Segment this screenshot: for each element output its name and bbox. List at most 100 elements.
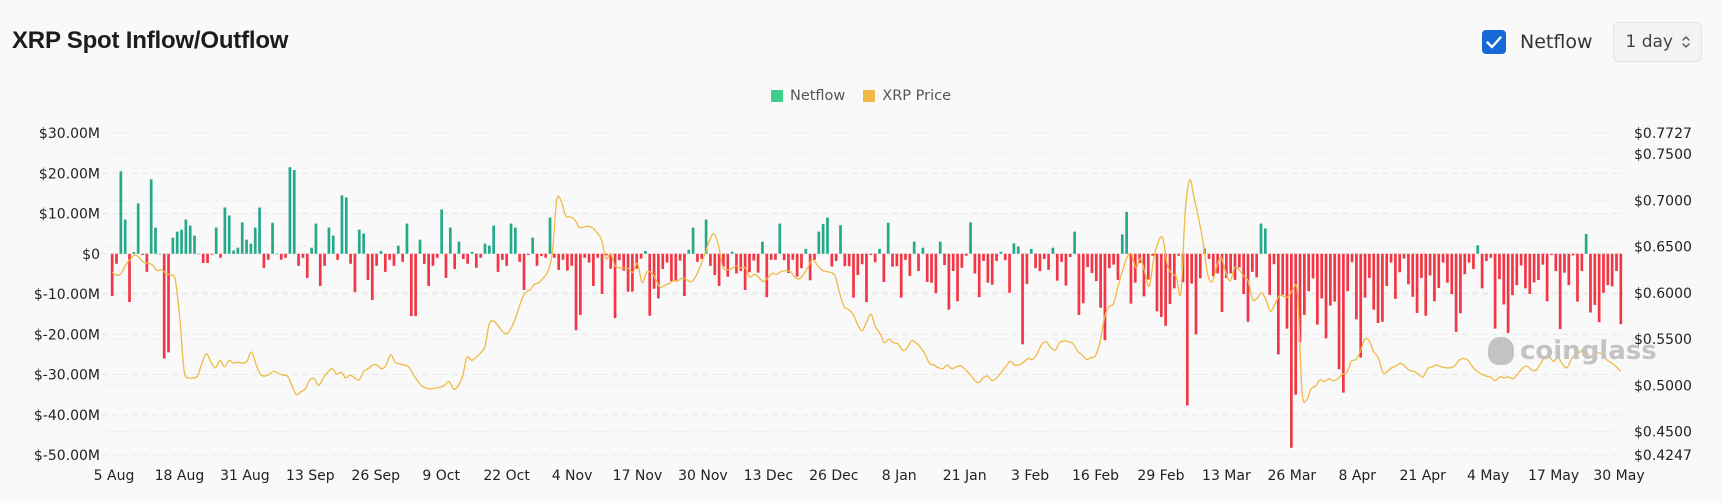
outflow-bar[interactable]	[474, 253, 478, 268]
outflow-bar[interactable]	[1146, 253, 1150, 280]
outflow-bar[interactable]	[678, 253, 682, 261]
inflow-bar[interactable]	[886, 222, 890, 254]
outflow-bar[interactable]	[791, 253, 795, 260]
outflow-bar[interactable]	[670, 253, 673, 282]
outflow-bar[interactable]	[262, 253, 266, 268]
outflow-bar[interactable]	[1350, 253, 1354, 263]
outflow-bar[interactable]	[1081, 253, 1085, 304]
outflow-bar[interactable]	[1294, 253, 1298, 395]
outflow-bar[interactable]	[709, 253, 712, 266]
outflow-bar[interactable]	[1485, 253, 1488, 261]
outflow-bar[interactable]	[860, 253, 864, 265]
outflow-bar[interactable]	[1511, 253, 1514, 296]
outflow-bar[interactable]	[535, 253, 539, 266]
outflow-bar[interactable]	[461, 253, 465, 259]
inflow-bar[interactable]	[271, 222, 274, 254]
inflow-bar[interactable]	[1012, 243, 1016, 254]
outflow-bar[interactable]	[1103, 253, 1107, 341]
outflow-bar[interactable]	[830, 253, 834, 267]
outflow-bar[interactable]	[570, 253, 574, 266]
inflow-bar[interactable]	[1584, 234, 1588, 254]
outflow-bar[interactable]	[1190, 253, 1193, 284]
outflow-bar[interactable]	[1268, 253, 1272, 295]
outflow-bar[interactable]	[1372, 253, 1376, 310]
outflow-bar[interactable]	[505, 253, 509, 266]
inflow-bar[interactable]	[227, 215, 231, 254]
outflow-bar[interactable]	[895, 253, 899, 267]
outflow-bar[interactable]	[1524, 253, 1527, 289]
outflow-bar[interactable]	[1589, 253, 1592, 313]
outflow-bar[interactable]	[1116, 253, 1120, 280]
outflow-bar[interactable]	[1459, 253, 1462, 314]
inflow-bar[interactable]	[938, 241, 942, 254]
outflow-bar[interactable]	[1337, 253, 1341, 370]
outflow-bar[interactable]	[1211, 253, 1215, 277]
outflow-bar[interactable]	[1290, 253, 1293, 448]
outflow-bar[interactable]	[1606, 253, 1610, 286]
inflow-bar[interactable]	[197, 253, 201, 255]
outflow-bar[interactable]	[843, 253, 847, 267]
outflow-bar[interactable]	[1307, 253, 1311, 292]
outflow-bar[interactable]	[592, 253, 595, 286]
outflow-bar[interactable]	[813, 253, 816, 260]
outflow-bar[interactable]	[1277, 253, 1280, 355]
outflow-bar[interactable]	[1376, 253, 1380, 323]
outflow-bar[interactable]	[977, 253, 981, 298]
outflow-bar[interactable]	[1060, 253, 1063, 262]
outflow-bar[interactable]	[1329, 253, 1332, 306]
outflow-bar[interactable]	[1532, 253, 1536, 283]
inflow-bar[interactable]	[999, 251, 1003, 254]
inflow-bar[interactable]	[340, 195, 344, 254]
outflow-bar[interactable]	[1567, 253, 1571, 286]
outflow-bar[interactable]	[110, 253, 114, 297]
outflow-bar[interactable]	[1068, 253, 1072, 257]
outflow-bar[interactable]	[206, 253, 209, 264]
outflow-bar[interactable]	[1506, 253, 1510, 334]
inflow-bar[interactable]	[483, 243, 487, 254]
outflow-bar[interactable]	[1502, 253, 1506, 305]
inflow-bar[interactable]	[912, 241, 916, 254]
outflow-bar[interactable]	[409, 253, 413, 317]
outflow-bar[interactable]	[930, 253, 933, 283]
outflow-bar[interactable]	[1398, 253, 1402, 273]
outflow-bar[interactable]	[1355, 253, 1358, 320]
outflow-bar[interactable]	[1437, 253, 1441, 288]
inflow-bar[interactable]	[691, 227, 695, 254]
inflow-bar[interactable]	[1125, 211, 1128, 254]
inflow-bar[interactable]	[470, 251, 474, 254]
outflow-bar[interactable]	[665, 253, 669, 263]
inflow-bar[interactable]	[1263, 228, 1267, 254]
inflow-bar[interactable]	[531, 237, 535, 254]
inflow-bar[interactable]	[175, 231, 179, 254]
outflow-bar[interactable]	[904, 253, 907, 260]
outflow-bar[interactable]	[1363, 253, 1367, 298]
outflow-bar[interactable]	[1480, 253, 1484, 289]
inflow-bar[interactable]	[509, 223, 513, 254]
inflow-bar[interactable]	[258, 207, 261, 254]
outflow-bar[interactable]	[1420, 253, 1423, 278]
inflow-bar[interactable]	[921, 247, 925, 254]
inflow-bar[interactable]	[448, 227, 452, 254]
outflow-bar[interactable]	[964, 253, 968, 256]
outflow-bar[interactable]	[540, 253, 543, 257]
outflow-bar[interactable]	[1385, 253, 1389, 286]
inflow-bar[interactable]	[193, 235, 196, 254]
outflow-bar[interactable]	[1151, 253, 1154, 256]
outflow-bar[interactable]	[908, 253, 912, 276]
inflow-bar[interactable]	[440, 209, 443, 254]
outflow-bar[interactable]	[1563, 253, 1566, 273]
outflow-bar[interactable]	[579, 253, 582, 315]
outflow-bar[interactable]	[544, 253, 548, 258]
outflow-bar[interactable]	[795, 253, 799, 277]
outflow-bar[interactable]	[1515, 253, 1519, 286]
outflow-bar[interactable]	[1411, 253, 1415, 297]
outflow-bar[interactable]	[1107, 253, 1111, 269]
outflow-bar[interactable]	[583, 253, 587, 258]
outflow-bar[interactable]	[1580, 253, 1584, 272]
inflow-bar[interactable]	[240, 222, 244, 254]
outflow-bar[interactable]	[1034, 253, 1037, 269]
outflow-bar[interactable]	[1324, 253, 1328, 339]
inflow-bar[interactable]	[644, 250, 647, 254]
inflow-bar[interactable]	[1016, 246, 1020, 254]
outflow-bar[interactable]	[774, 253, 777, 260]
